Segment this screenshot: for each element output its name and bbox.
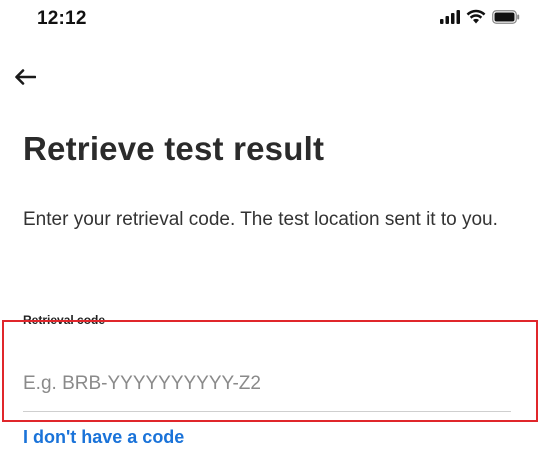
no-code-link[interactable]: I don't have a code xyxy=(23,427,184,448)
status-bar: 12:12 xyxy=(0,0,542,44)
status-time: 12:12 xyxy=(37,8,87,29)
status-icons xyxy=(440,9,520,29)
arrow-left-icon xyxy=(14,68,37,90)
signal-icon xyxy=(440,9,460,29)
page-title: Retrieve test result xyxy=(23,130,325,167)
instructions-text: Enter your retrieval code. The test loca… xyxy=(23,209,498,230)
retrieval-code-input[interactable] xyxy=(23,360,511,412)
back-button[interactable] xyxy=(10,64,40,94)
wifi-icon xyxy=(466,9,486,29)
battery-icon xyxy=(492,9,520,29)
